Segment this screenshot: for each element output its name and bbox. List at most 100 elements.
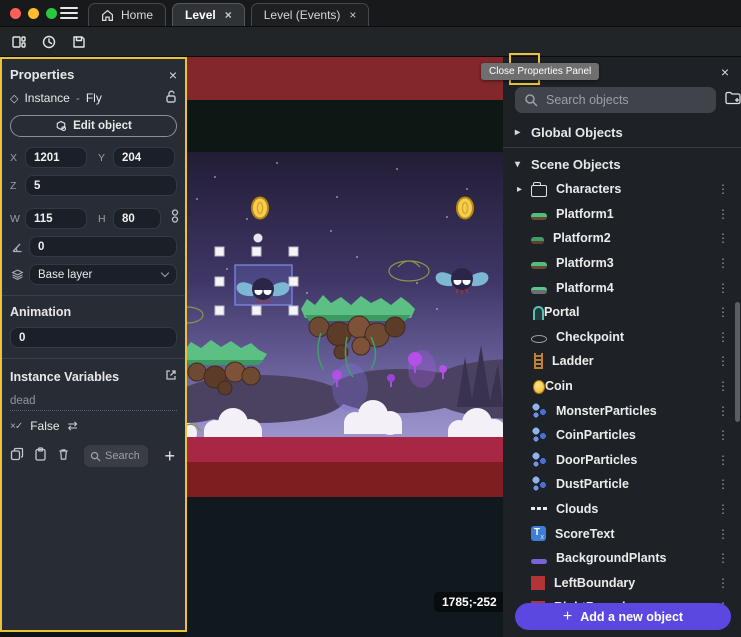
item-menu-icon[interactable]: ⋮ [713,231,733,245]
app-window: Home Level × Level (Events) × [0,0,741,637]
main-menu-icon[interactable] [60,7,78,20]
caret-right-icon[interactable]: ▸ [517,184,525,195]
checkpoint-icon [531,335,547,343]
close-objects-panel-icon[interactable]: × [721,65,729,79]
objects-search-input[interactable] [546,93,707,107]
layer-select[interactable]: Base layer [29,264,177,285]
coin[interactable] [457,198,473,219]
object-item-ladder[interactable]: Ladder⋮ [503,349,741,374]
object-item-portal[interactable]: Portal⋮ [503,300,741,325]
z-order-input[interactable] [25,175,177,196]
x-position-input[interactable] [25,147,87,168]
close-window-button[interactable] [10,8,21,19]
width-input[interactable] [25,208,87,229]
objects-search-box[interactable] [515,87,716,113]
object-item-label: Checkpoint [556,330,624,344]
history-button[interactable] [38,31,60,53]
item-menu-icon[interactable]: ⋮ [713,182,733,196]
instance-icon: ◇ [10,92,18,105]
object-item-monsterparticles[interactable]: MonsterParticles⋮ [503,398,741,423]
open-variables-editor-icon[interactable] [165,368,177,386]
toggle-panels-button[interactable] [8,31,30,53]
height-input[interactable] [113,208,161,229]
edit-object-icon [55,120,67,132]
object-item-clouds[interactable]: Clouds ⋮ [503,497,741,522]
item-menu-icon[interactable]: ⋮ [713,354,733,368]
item-menu-icon[interactable]: ⋮ [713,576,733,590]
ladder-icon [534,353,543,369]
layer-icon [10,268,24,281]
window-controls[interactable] [10,8,57,19]
coin-icon [533,380,545,394]
tab-home[interactable]: Home [88,3,166,26]
variable-name[interactable]: dead [10,395,177,411]
item-menu-icon[interactable]: ⋮ [713,281,733,295]
add-folder-icon[interactable] [724,90,741,111]
object-item-scoretext[interactable]: ScoreText ⋮ [503,521,741,546]
plat-a-icon [531,262,547,269]
variables-search-box[interactable] [84,445,148,467]
item-menu-icon[interactable]: ⋮ [713,379,733,393]
edit-object-button[interactable]: Edit object [10,115,177,137]
minimize-window-button[interactable] [28,8,39,19]
item-menu-icon[interactable]: ⋮ [713,551,733,565]
delete-variable-icon[interactable] [57,447,70,466]
add-variable-button[interactable]: + [164,446,177,467]
object-item-label: DustParticle [556,477,629,491]
coin[interactable] [252,198,268,219]
tab-bar: Home Level × Level (Events) × [0,0,741,27]
object-item-leftboundary[interactable]: LeftBoundary ⋮ [503,571,741,596]
object-item-platform3[interactable]: Platform3⋮ [503,251,741,276]
particles-icon [531,403,547,419]
group-scene-objects[interactable]: ▾ Scene Objects [503,151,741,177]
item-menu-icon[interactable]: ⋮ [713,502,733,516]
close-tab-icon[interactable]: × [349,8,356,22]
paste-variable-icon[interactable] [34,447,47,466]
object-item-characters[interactable]: ▸Characters⋮ [503,177,741,202]
maximize-window-button[interactable] [46,8,57,19]
copy-variable-icon[interactable] [10,447,24,466]
item-menu-icon[interactable]: ⋮ [713,305,733,319]
plat-a-icon [531,213,547,220]
toggle-boolean-icon[interactable]: ⇄ [68,419,78,433]
object-item-label: Clouds [556,502,598,516]
item-menu-icon[interactable]: ⋮ [713,404,733,418]
item-menu-icon[interactable]: ⋮ [713,428,733,442]
tab-level[interactable]: Level × [172,3,245,26]
add-new-object-button[interactable]: + Add a new object [515,603,731,630]
item-menu-icon[interactable]: ⋮ [713,527,733,541]
object-item-platform2[interactable]: Platform2⋮ [503,226,741,251]
variables-search-input[interactable] [105,450,139,462]
group-global-objects[interactable]: ▸ Global Objects [503,119,741,145]
y-position-input[interactable] [113,147,175,168]
object-item-label: ScoreText [555,527,615,541]
animation-input[interactable] [10,327,177,348]
link-dimensions-icon[interactable] [170,209,180,228]
close-properties-icon[interactable]: × [169,68,177,82]
item-menu-icon[interactable]: ⋮ [713,477,733,491]
objects-list: ▸Characters⋮Platform1⋮Platform2⋮Platform… [503,177,741,637]
object-item-coinparticles[interactable]: CoinParticles⋮ [503,423,741,448]
object-item-platform4[interactable]: Platform4⋮ [503,275,741,300]
angle-input[interactable] [29,236,177,257]
object-item-label: LeftBoundary [554,576,635,590]
objects-scrollbar[interactable] [735,302,740,422]
lock-open-icon[interactable] [165,90,177,106]
item-menu-icon[interactable]: ⋮ [713,330,733,344]
object-item-checkpoint[interactable]: Checkpoint ⋮ [503,325,741,350]
angle-icon [10,241,24,253]
item-menu-icon[interactable]: ⋮ [713,453,733,467]
portal-icon [533,306,544,320]
caret-down-icon: ▾ [515,159,523,170]
object-item-backgroundplants[interactable]: BackgroundPlants⋮ [503,546,741,571]
close-tab-icon[interactable]: × [225,8,232,22]
object-item-platform1[interactable]: Platform1⋮ [503,202,741,227]
tab-level-events[interactable]: Level (Events) × [251,3,370,26]
object-item-doorparticles[interactable]: DoorParticles⋮ [503,448,741,473]
item-menu-icon[interactable]: ⋮ [713,256,733,270]
object-item-dustparticle[interactable]: DustParticle ⋮ [503,472,741,497]
save-button[interactable] [68,31,90,53]
item-menu-icon[interactable]: ⋮ [713,207,733,221]
object-item-coin[interactable]: Coin⋮ [503,374,741,399]
variable-value[interactable]: False [30,419,59,433]
